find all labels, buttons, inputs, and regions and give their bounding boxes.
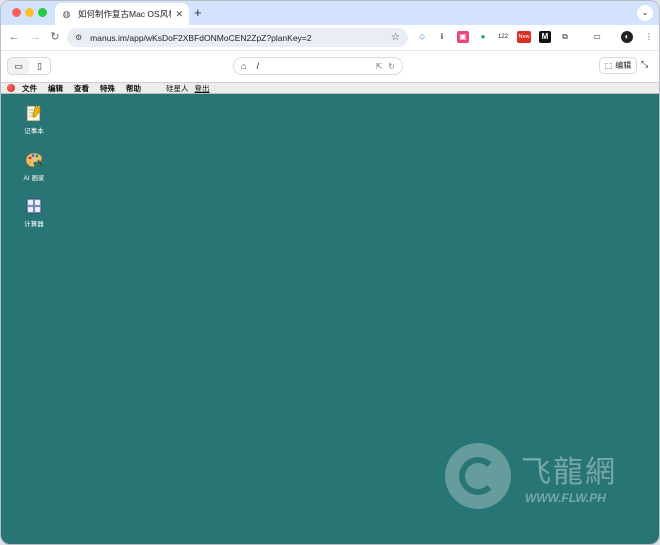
desktop-icon-calculator[interactable]: 计算器 xyxy=(15,197,53,228)
collapse-icon[interactable]: ⤡ xyxy=(641,59,648,70)
watermark: 飞龍網 WWW.FLW.PH xyxy=(445,443,657,513)
app-header: ▭ ▯ ⌂ / ⇱ ↻ ⬚ 编辑 ⤡ xyxy=(1,50,659,82)
mobile-view-icon[interactable]: ▯ xyxy=(29,58,50,74)
browser-toolbar: ← → ↻ ⚙ manus.im/app/wKsDoF2XBFdONMoCEN2… xyxy=(1,25,659,50)
tab-search-button[interactable]: ⌄ xyxy=(637,5,653,21)
open-external-icon[interactable]: ⇱ xyxy=(376,62,383,71)
edit-icon: ⬚ xyxy=(604,61,613,70)
desktop-icon-label: AI 画家 xyxy=(23,175,45,182)
desktop-icon-label: 计算器 xyxy=(24,221,44,228)
menu-help[interactable]: 帮助 xyxy=(126,83,141,94)
mac-menu-bar: 文件 编辑 查看 特殊 帮助 硅星人 登出 xyxy=(1,82,659,94)
reload-icon[interactable]: ↻ xyxy=(48,30,62,44)
menu-username: 硅星人 xyxy=(166,83,189,93)
menu-special[interactable]: 特殊 xyxy=(100,83,115,94)
watermark-title: 飞龍網 xyxy=(521,455,617,490)
home-icon[interactable]: ⌂ xyxy=(241,61,246,71)
bookmark-star-icon[interactable]: ☆ xyxy=(391,32,400,43)
palette-icon xyxy=(25,151,43,169)
browser-window: ◍ 如何制作复古Mac OS风格的网 ✕ + ⌄ ← → ↻ ⚙ manus.i… xyxy=(0,0,660,545)
desktop-icon-ai-painter[interactable]: AI 画家 xyxy=(15,151,53,182)
minimize-window-button[interactable] xyxy=(25,8,34,17)
preview-path-bar[interactable]: ⌂ / ⇱ ↻ xyxy=(233,57,403,75)
edit-button[interactable]: ⬚ 编辑 xyxy=(599,57,637,74)
menu-view[interactable]: 查看 xyxy=(74,83,89,94)
tab-title: 如何制作复古Mac OS风格的网 xyxy=(78,9,171,19)
tab-strip: ◍ 如何制作复古Mac OS风格的网 ✕ + ⌄ xyxy=(1,1,659,25)
menu-edit[interactable]: 编辑 xyxy=(48,83,63,94)
extension-new-badge-icon[interactable]: New xyxy=(517,31,531,43)
mac-desktop: 记事本 AI 画家 计算器 飞龍網 WWW.FLW.PH xyxy=(1,94,659,544)
sidebar-toggle-icon[interactable]: ▭ xyxy=(591,31,603,43)
watermark-logo-icon xyxy=(445,443,511,509)
extensions-puzzle-icon[interactable]: ⧉ xyxy=(559,31,571,43)
desktop-icon-label: 记事本 xyxy=(24,128,44,135)
desktop-view-icon[interactable]: ▭ xyxy=(8,58,29,74)
path-input[interactable]: / xyxy=(256,61,369,71)
apple-logo-icon[interactable] xyxy=(7,84,15,92)
edit-button-label: 编辑 xyxy=(615,61,632,70)
address-url[interactable]: manus.im/app/wKsDoF2XBFdONMoCEN2ZpZ?plan… xyxy=(90,33,391,43)
site-info-icon[interactable]: ⚙ xyxy=(75,33,82,42)
extension-pin-icon[interactable]: ⬦ xyxy=(416,31,428,43)
back-arrow-icon[interactable]: ← xyxy=(7,30,21,44)
extension-globe-icon[interactable]: ● xyxy=(477,31,489,43)
menu-file[interactable]: 文件 xyxy=(22,83,37,94)
notepad-icon xyxy=(25,104,43,122)
watermark-swirl xyxy=(459,457,497,495)
address-bar[interactable]: ⚙ manus.im/app/wKsDoF2XBFdONMoCEN2ZpZ?pl… xyxy=(67,28,408,47)
tab-close-icon[interactable]: ✕ xyxy=(175,9,183,20)
watermark-url: WWW.FLW.PH xyxy=(525,491,606,505)
profile-avatar-icon[interactable]: ◐ xyxy=(621,31,633,43)
desktop-icon-notepad[interactable]: 记事本 xyxy=(15,104,53,135)
close-window-button[interactable] xyxy=(12,8,21,17)
extension-m-icon[interactable]: M xyxy=(539,31,551,43)
forward-arrow-icon[interactable]: → xyxy=(28,30,42,44)
extension-pink-icon[interactable]: ▣ xyxy=(457,31,469,43)
maximize-window-button[interactable] xyxy=(38,8,47,17)
calculator-icon xyxy=(25,197,43,215)
logout-link[interactable]: 登出 xyxy=(195,83,210,94)
extension-calendar-icon[interactable]: 122 xyxy=(497,31,509,43)
extension-info-icon[interactable]: i xyxy=(436,31,448,43)
new-tab-button[interactable]: + xyxy=(194,5,202,21)
device-toggle: ▭ ▯ xyxy=(7,57,51,75)
refresh-icon[interactable]: ↻ xyxy=(388,62,395,71)
browser-menu-icon[interactable]: ⋮ xyxy=(643,31,655,43)
app-favicon-icon: ◍ xyxy=(62,8,71,19)
active-tab[interactable]: ◍ 如何制作复古Mac OS风格的网 ✕ xyxy=(55,3,189,25)
